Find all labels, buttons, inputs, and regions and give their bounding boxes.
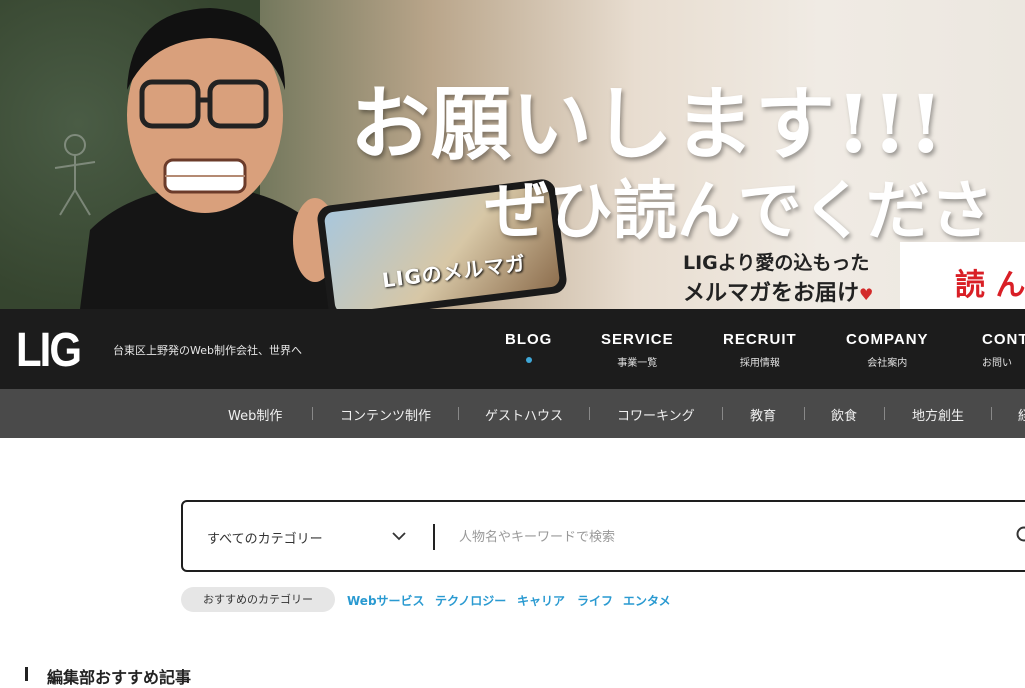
hero-subline-1: LIGより愛の込もった (683, 248, 869, 275)
heart-icon: ♥ (859, 285, 873, 304)
subnav-divider (804, 407, 805, 420)
hero-subline-2-text: メルマガをお届け (683, 281, 859, 306)
subnav-item-regional[interactable]: 地方創生 (912, 405, 964, 424)
nav-item-contact[interactable]: CONT お問い (982, 331, 1025, 369)
nav-item-label: SERVICE (601, 331, 674, 348)
nav-item-sublabel: 事業一覧 (601, 354, 674, 369)
hero-headline-1: お願いします!!! (350, 60, 944, 176)
subnav-divider (884, 407, 885, 420)
person-illustration (70, 0, 340, 309)
site-tagline: 台東区上野発のWeb制作会社、世界へ (113, 342, 302, 358)
subnav-item-web[interactable]: Web制作 (228, 405, 282, 424)
nav-item-sublabel: 会社案内 (846, 354, 929, 369)
search-input[interactable] (459, 524, 979, 550)
category-link-life[interactable]: ライフ (577, 592, 613, 609)
subnav-item-coworking[interactable]: コワーキング (617, 405, 695, 424)
nav-item-blog[interactable]: BLOG (505, 331, 552, 363)
category-link-webservice[interactable]: Webサービス (347, 592, 425, 609)
hero-tag: 読 ん (900, 242, 1025, 309)
nav-item-label: BLOG (505, 331, 552, 348)
site-logo[interactable]: LIG (16, 326, 80, 374)
hero-banner[interactable]: LIGのメルマガ お願いします!!! ぜひ読んでくださ LIGより愛の込もった … (0, 0, 1025, 309)
search-icon[interactable] (1016, 526, 1025, 546)
category-subnav: Web制作 コンテンツ制作 ゲストハウス コワーキング 教育 飲食 地方創生 経 (0, 389, 1025, 438)
subnav-item-content[interactable]: コンテンツ制作 (340, 405, 431, 424)
search-divider (433, 524, 435, 550)
subnav-divider (312, 407, 313, 420)
subnav-divider (722, 407, 723, 420)
nav-item-recruit[interactable]: RECRUIT 採用情報 (723, 331, 797, 369)
category-select[interactable]: すべてのカテゴリー (207, 528, 323, 547)
nav-item-company[interactable]: COMPANY 会社案内 (846, 331, 929, 369)
subnav-item-guesthouse[interactable]: ゲストハウス (485, 405, 563, 424)
hero-subline-2: メルマガをお届け♥ (683, 275, 873, 307)
subnav-item-food[interactable]: 飲食 (831, 405, 857, 424)
recommended-category-badge: おすすめのカテゴリー (181, 587, 335, 612)
active-indicator-dot (526, 357, 532, 363)
category-link-career[interactable]: キャリア (517, 592, 565, 609)
category-link-entertainment[interactable]: エンタメ (623, 592, 671, 609)
nav-item-sublabel: お問い (982, 354, 1025, 369)
chevron-down-icon[interactable] (391, 528, 407, 544)
category-link-technology[interactable]: テクノロジー (435, 592, 506, 609)
nav-item-label: RECRUIT (723, 331, 797, 348)
subnav-divider (991, 407, 992, 420)
subnav-item-more[interactable]: 経 (1018, 405, 1025, 424)
subnav-divider (458, 407, 459, 420)
nav-item-label: CONT (982, 331, 1025, 348)
section-title: 編集部おすすめ記事 (47, 664, 191, 688)
hero-headline-2: ぜひ読んでくださ (485, 160, 994, 252)
section-heading-bar (25, 667, 28, 681)
search-box: すべてのカテゴリー (181, 500, 1025, 572)
subnav-divider (589, 407, 590, 420)
subnav-item-education[interactable]: 教育 (750, 405, 776, 424)
global-header: LIG 台東区上野発のWeb制作会社、世界へ BLOG SERVICE 事業一覧… (0, 309, 1025, 389)
nav-item-service[interactable]: SERVICE 事業一覧 (601, 331, 674, 369)
hero-tag-text: 読 ん (955, 260, 1025, 304)
nav-item-sublabel: 採用情報 (723, 354, 797, 369)
phone-screen-text: LIGのメルマガ (380, 247, 527, 293)
nav-item-label: COMPANY (846, 331, 929, 348)
